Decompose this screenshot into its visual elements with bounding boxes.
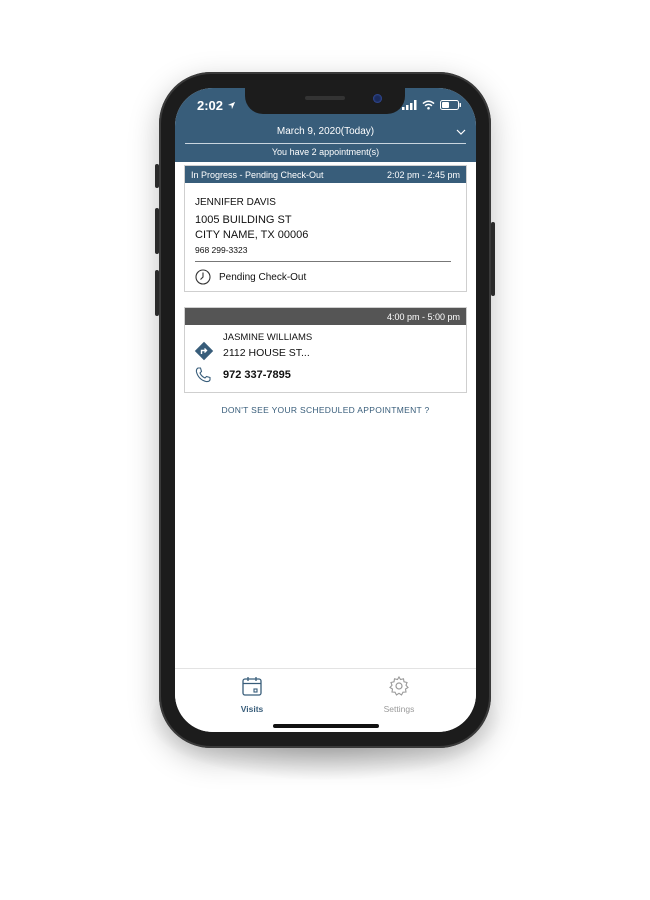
volume-up-button (155, 208, 159, 254)
card-header: In Progress - Pending Check-Out 2:02 pm … (185, 166, 466, 183)
phone-screen: 2:02 March 9, 2020(Today) You have 2 app… (175, 88, 476, 732)
card-body: JENNIFER DAVIS 1005 BUILDING ST CITY NAM… (185, 183, 466, 285)
client-name: JENNIFER DAVIS (195, 197, 276, 208)
status-time: 2:02 (197, 98, 224, 113)
phone-icon[interactable] (194, 366, 212, 384)
address-line-1: 1005 BUILDING ST (195, 214, 292, 226)
battery-icon (440, 100, 461, 110)
missing-appointment-link[interactable]: DON'T SEE YOUR SCHEDULED APPOINTMENT ? (175, 405, 476, 415)
calendar-icon (242, 677, 262, 696)
client-phone[interactable]: 972 337-7895 (223, 369, 291, 381)
tab-settings[interactable]: Settings (364, 675, 434, 714)
pending-checkout-label: Pending Check-Out (219, 271, 307, 283)
mute-switch (155, 164, 159, 188)
card-header: 4:00 pm - 5:00 pm (185, 308, 466, 325)
notch (245, 88, 405, 114)
volume-down-button (155, 270, 159, 316)
clock-icon (195, 269, 211, 285)
directions-icon[interactable] (194, 341, 214, 361)
appointment-card[interactable]: 4:00 pm - 5:00 pm JASMINE WILLIAMS 2112 … (184, 307, 467, 393)
client-address: 2112 HOUSE ST... (223, 347, 310, 359)
header-divider (185, 143, 466, 144)
appointment-count: You have 2 appointment(s) (271, 147, 380, 157)
wifi-icon (422, 100, 435, 110)
gear-icon (389, 675, 409, 696)
tab-visits[interactable]: Visits (217, 675, 287, 714)
tab-bar: Visits Settings (175, 668, 476, 732)
client-name: JASMINE WILLIAMS (223, 332, 313, 343)
chevron-down-icon[interactable] (456, 129, 466, 135)
appointment-status: In Progress - Pending Check-Out (191, 169, 324, 180)
power-button (491, 222, 495, 296)
address-line-2: CITY NAME, TX 00006 (195, 229, 309, 241)
appointment-time: 2:02 pm - 2:45 pm (386, 169, 460, 180)
appointment-card[interactable]: In Progress - Pending Check-Out 2:02 pm … (184, 165, 467, 292)
card-body: JASMINE WILLIAMS 2112 HOUSE ST... 972 33… (185, 325, 466, 393)
home-indicator[interactable] (273, 724, 379, 728)
appointment-time: 4:00 pm - 5:00 pm (386, 311, 460, 322)
card-divider (195, 261, 451, 262)
status-icons (402, 100, 462, 110)
signal-icon (402, 100, 417, 110)
tab-label: Settings (383, 704, 415, 714)
front-camera (373, 94, 382, 103)
speaker-grille (305, 96, 345, 100)
location-arrow-icon (227, 101, 236, 110)
client-phone: 968 299-3323 (195, 245, 248, 255)
pending-checkout-row[interactable]: Pending Check-Out (195, 269, 456, 285)
tab-label: Visits (240, 704, 264, 714)
date-selector[interactable]: March 9, 2020(Today) (175, 126, 476, 137)
